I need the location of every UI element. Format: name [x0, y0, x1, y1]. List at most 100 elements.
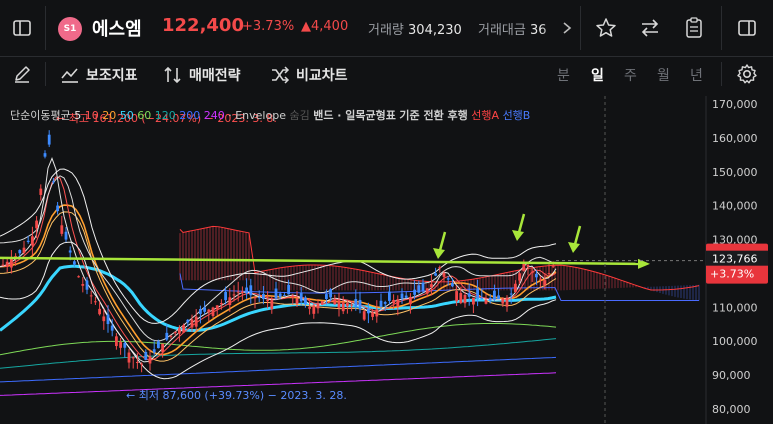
candle-body: [425, 288, 429, 294]
period-month[interactable]: 월: [657, 65, 670, 85]
ma-period-240: 240: [200, 109, 225, 122]
clipboard-icon[interactable]: [678, 12, 710, 44]
ma-period-120: 120: [151, 109, 176, 122]
candle-body: [102, 316, 106, 322]
strategy-button[interactable]: 매매전략: [163, 65, 241, 85]
candle-body: [144, 351, 148, 361]
candle-body: [127, 352, 131, 363]
candle-body: [1, 264, 5, 266]
candle-body: [186, 319, 190, 323]
candle-body: [438, 267, 442, 269]
candle-body: [455, 291, 458, 302]
price-tick-label: 110,000: [712, 301, 758, 314]
candle-body: [140, 363, 143, 365]
candle-body: [375, 309, 379, 317]
candle-body: [18, 250, 22, 254]
period-day[interactable]: 일: [591, 65, 604, 85]
pencil-icon[interactable]: [6, 58, 38, 90]
candle-body: [199, 309, 202, 314]
strategy-label: 매매전략: [189, 68, 241, 84]
candle-body: [535, 273, 538, 278]
candle-body: [371, 312, 374, 317]
candle-body: [291, 295, 295, 298]
envelope-hidden: 숨김: [289, 109, 310, 122]
price-tick-label: 80,000: [712, 403, 751, 416]
candle-body: [451, 283, 454, 287]
candle-body: [136, 362, 139, 364]
ma-120-line: [0, 338, 557, 369]
panel-toggle-icon[interactable]: [731, 12, 763, 44]
period-year[interactable]: 년: [690, 65, 703, 85]
ma-period-10: 10: [81, 109, 99, 122]
indicator-legend: 단순이동평균 5 10 20 50 60 120 200 240 · Envel…: [10, 107, 530, 123]
candle-body: [509, 293, 513, 295]
period-week[interactable]: 주: [624, 65, 637, 85]
candle-body: [446, 278, 450, 280]
indicators-button[interactable]: 보조지표: [60, 65, 138, 85]
candle-body: [337, 300, 341, 308]
candle-body: [295, 298, 299, 304]
candle-body: [467, 293, 471, 297]
span-a-label: 선행A: [471, 109, 500, 122]
candle-body: [274, 288, 278, 299]
candle-body: [10, 258, 13, 268]
candle-body: [178, 328, 181, 334]
candle-body: [35, 220, 38, 229]
volume-value: 304,230: [408, 23, 462, 38]
divider: [721, 6, 722, 50]
period-minute[interactable]: 분: [557, 65, 570, 85]
candle-body: [484, 299, 488, 304]
candle-body: [308, 307, 311, 309]
candle-body: [43, 153, 47, 157]
moving-averages: [0, 157, 557, 396]
candle-body: [304, 297, 307, 305]
price-chart[interactable]: ← 최고 161,200 (−24.07%) − 2023. 3. 8.← 최저…: [0, 96, 773, 424]
candle-body: [409, 296, 412, 305]
candle-body: [203, 307, 206, 312]
candle-body: [220, 302, 223, 305]
candle-body: [320, 301, 324, 305]
ma-period-60: 60: [133, 109, 152, 122]
candle-body: [497, 295, 500, 300]
candle-body: [89, 295, 93, 297]
price-tick-label: 100,000: [712, 335, 758, 348]
candle-body: [493, 290, 496, 300]
price-axis: 170,000160,000150,000140,000130,000120,0…: [556, 96, 768, 424]
candle-body: [119, 342, 122, 348]
indicator-icon: [61, 68, 78, 83]
sidebar-toggle-icon[interactable]: [6, 12, 38, 44]
candle-body: [22, 247, 26, 254]
candle-body: [262, 293, 265, 300]
candle-body: [341, 301, 345, 312]
settings-gear-icon[interactable]: [731, 58, 763, 90]
candle-body: [518, 273, 521, 281]
amount-label: 거래대금: [478, 23, 526, 38]
candle-body: [123, 342, 127, 348]
compare-button[interactable]: 비교차트: [270, 65, 348, 85]
divider: [45, 6, 46, 50]
candle-body: [152, 349, 156, 353]
current-price-label: 123,766: [712, 253, 758, 266]
ichimoku-terms: 기준 전환 후행: [399, 109, 468, 122]
compare-label: 비교차트: [296, 68, 348, 84]
star-icon[interactable]: [590, 12, 622, 44]
candle-body: [148, 356, 152, 364]
ma-period-20: 20: [98, 109, 117, 122]
candle-body: [287, 284, 290, 295]
low-annotation: ← 최저 87,600 (+39.73%) − 2023. 3. 28.: [126, 389, 347, 402]
chevron-right-icon[interactable]: [557, 12, 577, 44]
candle-body: [161, 343, 164, 353]
candle-body: [64, 231, 68, 240]
stock-name: 에스엠: [92, 19, 142, 40]
candle-body: [551, 265, 555, 267]
candle-body: [434, 273, 437, 276]
swap-icon[interactable]: [634, 12, 666, 44]
divider: [721, 62, 722, 86]
candle-body: [505, 297, 509, 307]
candle-body: [430, 284, 433, 288]
candle-body: [270, 299, 274, 310]
volume-info: 거래량 304,230: [368, 19, 462, 38]
candle-body: [31, 236, 34, 246]
candle-body: [404, 295, 408, 298]
candle-body: [299, 293, 303, 302]
